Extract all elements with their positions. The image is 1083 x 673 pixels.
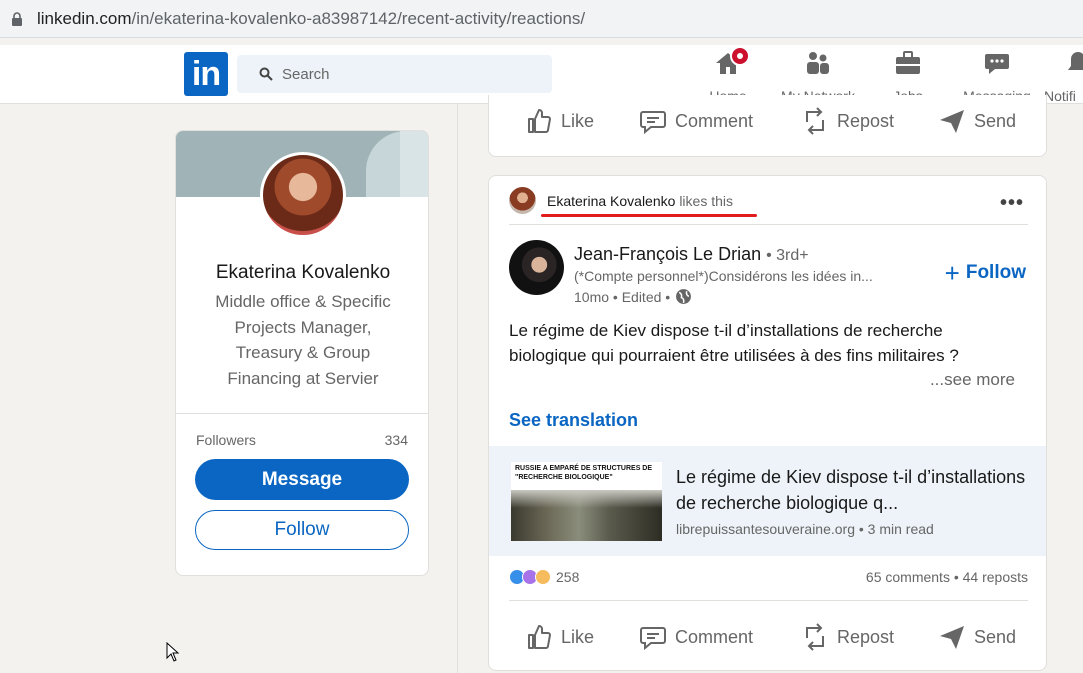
search-box[interactable] (237, 55, 552, 93)
annotation-underline (541, 214, 757, 217)
send-button[interactable]: Send (938, 617, 1016, 657)
url-path: /in/ekaterina-kovalenko-a83987142/recent… (131, 9, 586, 28)
search-input[interactable] (282, 63, 532, 85)
nav-notifications-label: Notifi (1044, 88, 1076, 102)
briefcase-icon (894, 50, 922, 76)
link-thumbnail-headline: RUSSIE A EMPARÉ DE STRUCTURES DE "RECHER… (515, 465, 653, 481)
link-thumbnail: RUSSIE A EMPARÉ DE STRUCTURES DE "RECHER… (511, 462, 662, 541)
link-thumbnail-photo (511, 490, 662, 541)
notification-badge (730, 46, 750, 66)
send-label: Send (974, 110, 1017, 131)
comment-label: Comment (675, 626, 754, 647)
home-icon (714, 46, 750, 76)
browser-url-bar[interactable]: linkedin.com/in/ekaterina-kovalenko-a839… (0, 0, 1083, 38)
follow-author-button[interactable]: + Follow (944, 258, 1026, 288)
url-host: linkedin.com (37, 9, 132, 28)
author-name: Jean-François Le Drian (574, 244, 762, 264)
previous-post-card: Like Comment Repost Send (488, 95, 1047, 157)
send-icon (940, 110, 964, 133)
link-preview[interactable]: RUSSIE A EMPARÉ DE STRUCTURES DE "RECHER… (489, 446, 1046, 556)
reaction-count[interactable]: 258 (556, 569, 579, 585)
liker-avatar[interactable] (509, 187, 536, 214)
profile-card: Ekaterina Kovalenko Middle office & Spec… (175, 130, 429, 576)
globe-icon (676, 289, 692, 304)
search-icon (259, 67, 273, 81)
see-more-link[interactable]: ...see more (930, 370, 1015, 390)
social-counts: 258 65 comments • 44 reposts (509, 569, 1028, 589)
liker-name[interactable]: Ekaterina Kovalenko (547, 193, 675, 209)
like-icon (528, 625, 551, 649)
author-avatar[interactable] (509, 240, 564, 295)
nav-notifications[interactable]: Notifi (1044, 50, 1083, 102)
profile-headline: Middle office & Specific Projects Manage… (215, 292, 391, 388)
actions-divider (509, 600, 1028, 601)
comment-icon (640, 627, 666, 651)
repost-icon (806, 623, 824, 651)
profile-name[interactable]: Ekaterina Kovalenko (176, 262, 428, 284)
profile-avatar[interactable] (260, 152, 346, 238)
messaging-icon (983, 50, 1011, 76)
bell-icon (1064, 50, 1083, 76)
send-label: Send (974, 626, 1017, 647)
post-text: Le régime de Kiev dispose t-il d’install… (509, 321, 959, 365)
see-translation-link[interactable]: See translation (509, 410, 638, 431)
comments-reposts-count[interactable]: 65 comments • 44 reposts (866, 569, 1028, 585)
post-card: Ekaterina Kovalenko likes this ••• Jean-… (488, 175, 1047, 671)
author-degree: • 3rd+ (766, 247, 809, 264)
network-icon (804, 50, 832, 76)
comment-button[interactable]: Comment (639, 617, 753, 657)
follow-author-label: Follow (965, 262, 1026, 283)
author-subtitle: (*Compte personnel*)Considérons les idée… (574, 268, 873, 284)
send-button[interactable]: Send (938, 101, 1016, 141)
repost-icon (806, 107, 824, 135)
like-button[interactable]: Like (525, 101, 594, 141)
author-time: 10mo • Edited • (574, 288, 671, 305)
liker-suffix: likes this (679, 193, 733, 209)
repost-button[interactable]: Repost (801, 101, 894, 141)
reaction-icons[interactable] (509, 569, 551, 585)
author-name-line[interactable]: Jean-François Le Drian • 3rd+ (574, 244, 809, 265)
like-icon (528, 109, 551, 133)
link-title: Le régime de Kiev dispose t-il d’install… (676, 467, 1026, 513)
link-source: librepuissantesouveraine.org • 3 min rea… (676, 521, 934, 537)
comment-icon (640, 111, 666, 135)
liker-line: Ekaterina Kovalenko likes this (547, 193, 733, 209)
mouse-cursor-icon (166, 642, 180, 662)
send-icon (940, 626, 964, 649)
like-label: Like (561, 626, 595, 647)
linkedin-logo[interactable]: in (184, 52, 228, 96)
author-time-line: 10mo • Edited • (574, 288, 692, 305)
followers-count: 334 (384, 432, 408, 448)
profile-divider (176, 413, 428, 414)
insightful-reaction-icon (535, 569, 551, 585)
repost-label: Repost (837, 626, 895, 647)
like-button[interactable]: Like (525, 617, 594, 657)
like-label: Like (561, 110, 595, 131)
more-options-icon[interactable]: ••• (1000, 192, 1024, 215)
url-text[interactable]: linkedin.com/in/ekaterina-kovalenko-a839… (37, 9, 585, 29)
message-button[interactable]: Message (195, 459, 409, 500)
followers-label: Followers (196, 432, 256, 448)
previous-post-actions: Like Comment Repost Send (489, 101, 1048, 141)
post-actions: Like Comment Repost Send (489, 617, 1048, 657)
comment-label: Comment (675, 110, 754, 131)
repost-label: Repost (837, 110, 895, 131)
repost-button[interactable]: Repost (801, 617, 894, 657)
lock-icon (12, 12, 22, 26)
comment-button[interactable]: Comment (639, 101, 753, 141)
follow-button[interactable]: Follow (195, 510, 409, 550)
plus-icon: + (944, 258, 960, 288)
